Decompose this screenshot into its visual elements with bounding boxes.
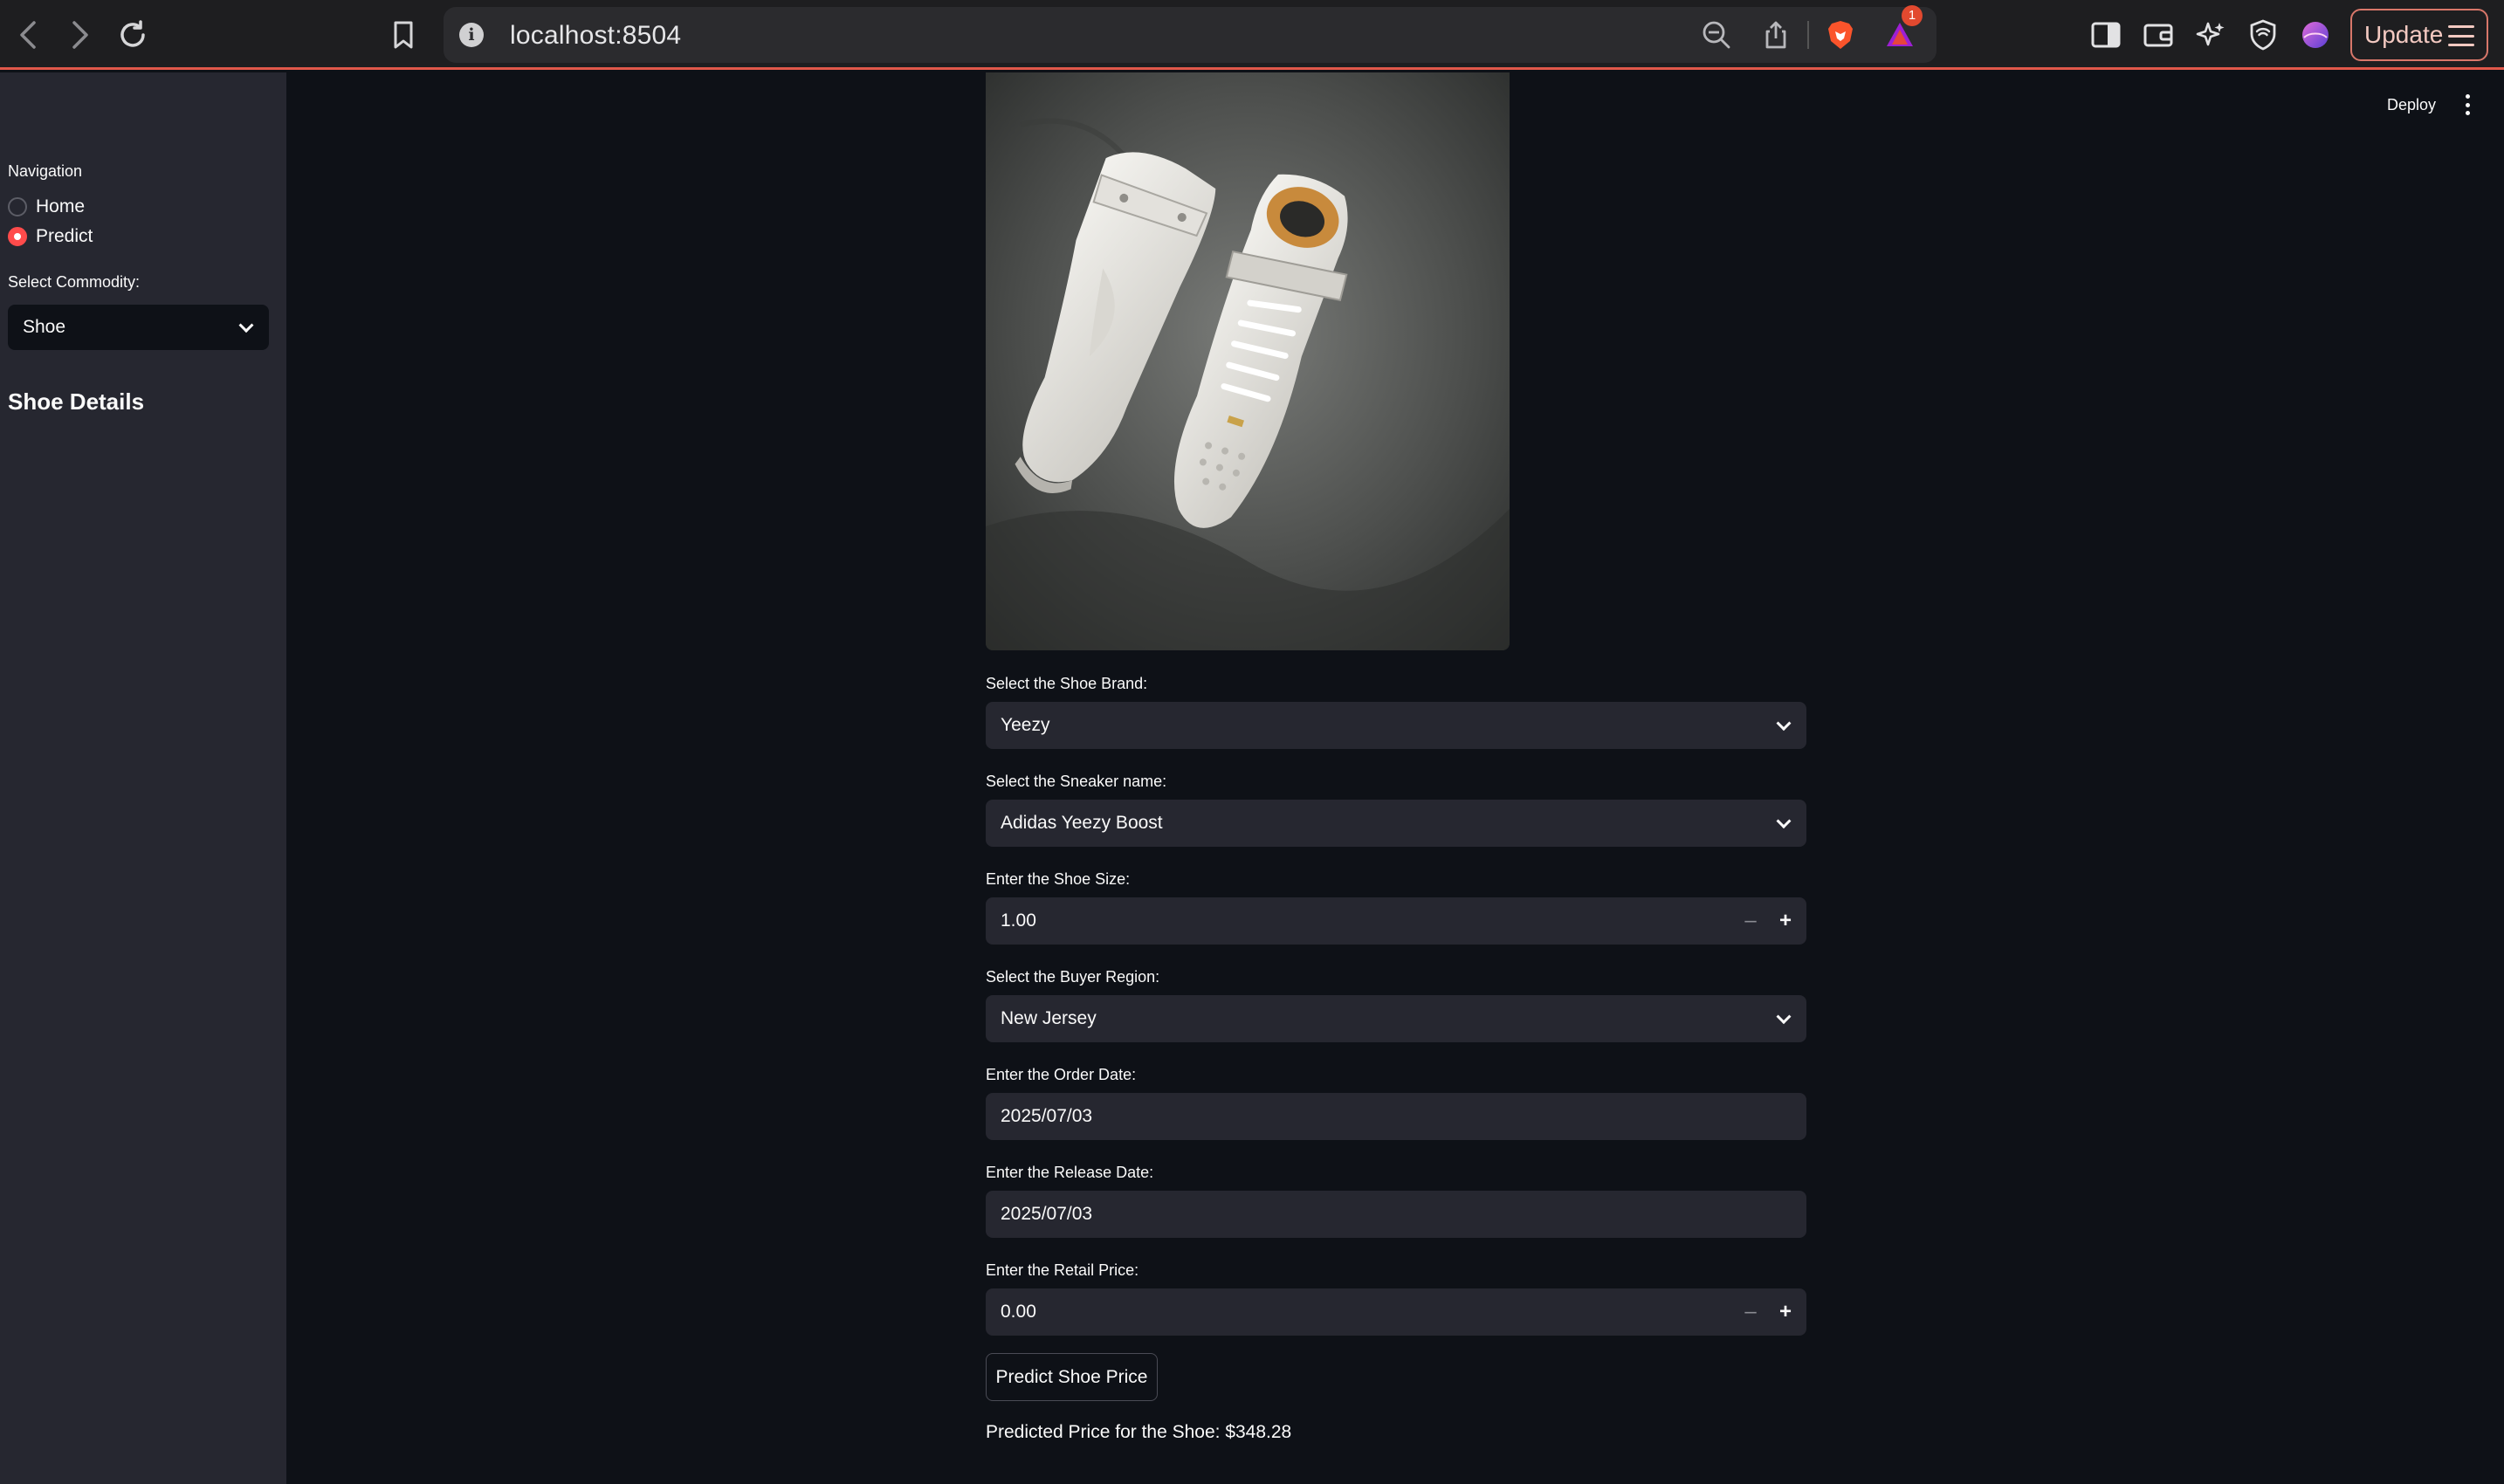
forward-icon[interactable]	[63, 16, 98, 54]
region-label: Select the Buyer Region:	[986, 968, 1160, 986]
deploy-button[interactable]: Deploy	[2387, 96, 2436, 114]
site-info-icon[interactable]: i	[459, 23, 484, 47]
retail-price-input[interactable]: 0.00 – +	[986, 1288, 1806, 1336]
wallet-icon[interactable]	[2141, 17, 2176, 52]
brand-value: Yeezy	[1001, 715, 1050, 735]
sidebar-toggle-icon[interactable]	[2088, 17, 2123, 52]
browser-toolbar: i localhost:8504 1 Update	[0, 0, 2504, 70]
order-date-label: Enter the Order Date:	[986, 1066, 1137, 1083]
zoom-out-icon[interactable]	[1701, 19, 1732, 51]
nav-radio-home[interactable]: Home	[8, 196, 85, 217]
vpn-icon[interactable]	[2246, 17, 2280, 52]
brave-shields-icon[interactable]	[1825, 19, 1856, 51]
divider	[1807, 21, 1809, 49]
update-button[interactable]: Update	[2350, 9, 2488, 61]
size-label: Enter the Shoe Size:	[986, 870, 1131, 888]
sidebar: Navigation Home Predict Select Commodity…	[0, 72, 286, 1484]
rewards-badge: 1	[1902, 5, 1923, 26]
bookmark-icon[interactable]	[386, 16, 421, 54]
increment-button[interactable]: +	[1768, 1288, 1803, 1336]
size-value[interactable]: 1.00	[1001, 910, 1036, 931]
radio-predict-indicator[interactable]	[8, 227, 27, 246]
back-icon[interactable]	[10, 16, 45, 54]
nav-option-home-label: Home	[36, 196, 86, 216]
decrement-button[interactable]: –	[1733, 897, 1768, 945]
commodity-select[interactable]: Shoe	[8, 305, 269, 350]
retail-price-label: Enter the Retail Price:	[986, 1261, 1139, 1279]
decrement-button[interactable]: –	[1733, 1288, 1768, 1336]
sneaker-label: Select the Sneaker name:	[986, 773, 1167, 790]
release-date-label: Enter the Release Date:	[986, 1164, 1154, 1181]
menu-icon	[2448, 25, 2474, 46]
order-date-input[interactable]: 2025/07/03	[986, 1093, 1806, 1140]
brand-label: Select the Shoe Brand:	[986, 675, 1148, 692]
increment-button[interactable]: +	[1768, 897, 1803, 945]
shoe-image	[986, 72, 1510, 650]
share-icon[interactable]	[1760, 19, 1792, 51]
chevron-down-icon	[1776, 814, 1792, 829]
predict-shoe-price-button[interactable]: Predict Shoe Price	[986, 1353, 1158, 1401]
update-label: Update	[2364, 21, 2444, 48]
reload-icon[interactable]	[115, 16, 150, 54]
sneaker-select[interactable]: Adidas Yeezy Boost	[986, 800, 1806, 847]
address-bar[interactable]: i localhost:8504 1	[444, 5, 1936, 63]
navigation-label: Navigation	[8, 162, 83, 180]
nav-option-predict-label: Predict	[36, 226, 93, 246]
shoe-details-heading: Shoe Details	[8, 388, 145, 415]
brand-select[interactable]: Yeezy	[986, 702, 1806, 749]
chevron-down-icon	[238, 318, 254, 333]
url-text[interactable]: localhost:8504	[510, 21, 681, 51]
chevron-down-icon	[1776, 716, 1792, 732]
retail-price-value[interactable]: 0.00	[1001, 1302, 1036, 1323]
region-select[interactable]: New Jersey	[986, 995, 1806, 1042]
profile-avatar-icon[interactable]	[2298, 17, 2333, 52]
order-date-value[interactable]: 2025/07/03	[1001, 1106, 1092, 1127]
leo-ai-icon[interactable]	[2193, 17, 2228, 52]
radio-home-indicator[interactable]	[8, 197, 27, 216]
region-value: New Jersey	[1001, 1008, 1097, 1028]
nav-radio-predict[interactable]: Predict	[8, 226, 93, 247]
predicted-price-text: Predicted Price for the Shoe: $348.28	[986, 1422, 1292, 1442]
release-date-value[interactable]: 2025/07/03	[1001, 1204, 1092, 1225]
sneaker-value: Adidas Yeezy Boost	[1001, 813, 1163, 833]
size-input[interactable]: 1.00 – +	[986, 897, 1806, 945]
more-options-icon[interactable]	[2464, 94, 2471, 115]
release-date-input[interactable]: 2025/07/03	[986, 1191, 1806, 1238]
commodity-value: Shoe	[23, 317, 66, 337]
chevron-down-icon	[1776, 1009, 1792, 1025]
commodity-label: Select Commodity:	[8, 273, 141, 291]
